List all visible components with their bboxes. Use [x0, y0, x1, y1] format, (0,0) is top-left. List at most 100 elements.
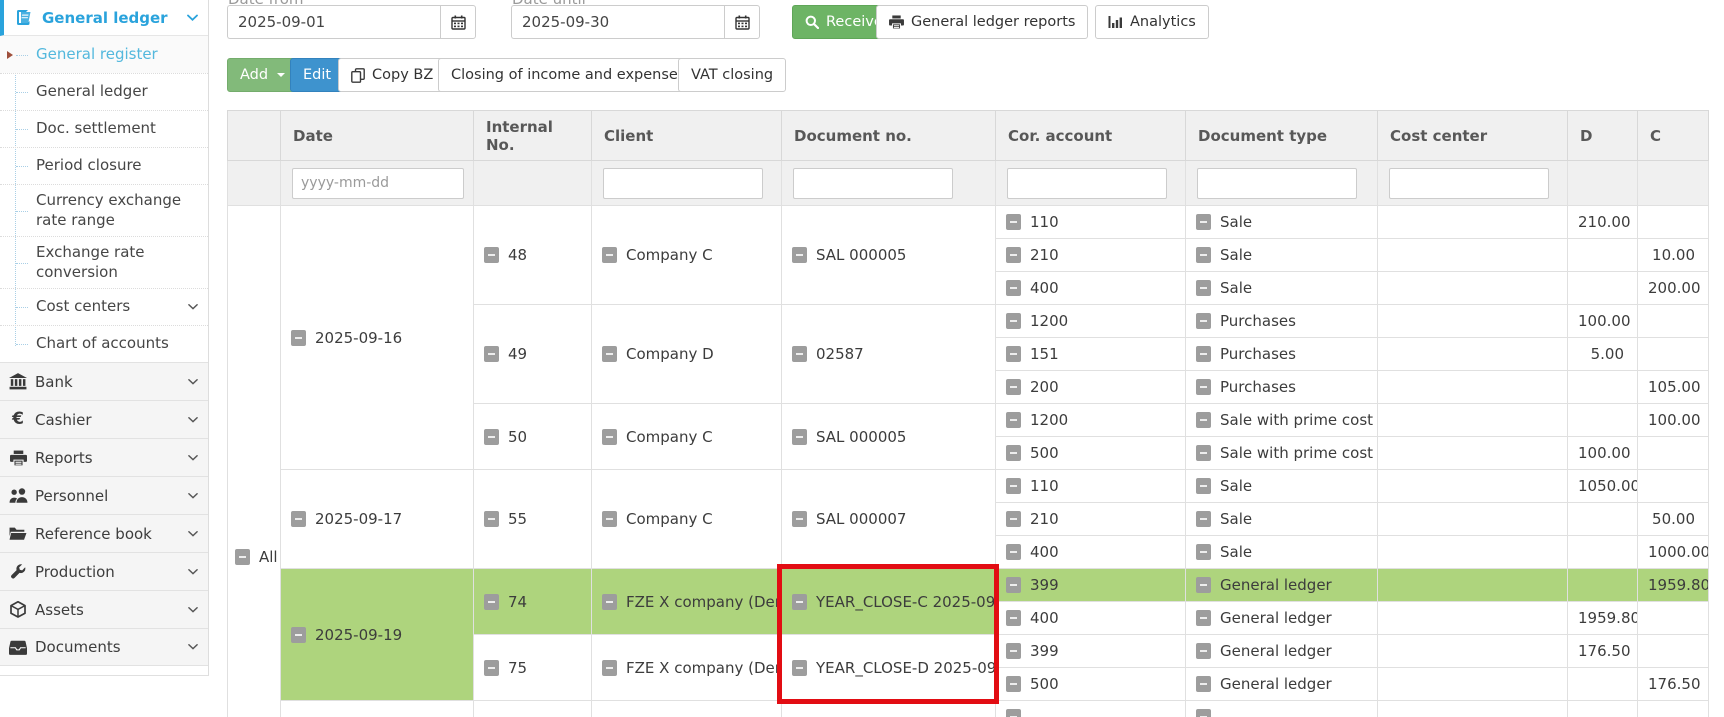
header-client[interactable]: Client: [592, 111, 782, 161]
row-toggle-icon[interactable]: [1196, 214, 1211, 230]
account-cell[interactable]: 210: [996, 239, 1186, 272]
account-cell[interactable]: 400: [996, 602, 1186, 635]
sidebar-section-assets[interactable]: Assets: [0, 590, 208, 628]
row-toggle-icon[interactable]: [792, 660, 807, 676]
row-toggle-icon[interactable]: [602, 247, 617, 263]
row-toggle-icon[interactable]: [235, 549, 250, 565]
sidebar-section-production[interactable]: Production: [0, 552, 208, 590]
debit-cell[interactable]: [1568, 569, 1638, 602]
header-debit[interactable]: D: [1568, 111, 1638, 161]
costcenter-cell[interactable]: [1378, 371, 1568, 404]
row-toggle-icon[interactable]: [1006, 676, 1021, 692]
costcenter-cell[interactable]: [1378, 338, 1568, 371]
date-cell[interactable]: 2025-09-16: [281, 206, 474, 470]
row-toggle-icon[interactable]: [1006, 412, 1021, 428]
client-cell[interactable]: FZE X company (Demo): [592, 635, 782, 701]
add-button[interactable]: Add: [227, 58, 298, 92]
debit-cell[interactable]: 176.50: [1568, 635, 1638, 668]
general-ledger-reports-button[interactable]: General ledger reports: [876, 5, 1088, 39]
doctype-cell[interactable]: Sale with prime cost: [1186, 437, 1378, 470]
sidebar-section-personnel[interactable]: Personnel: [0, 476, 208, 514]
costcenter-cell[interactable]: [1378, 602, 1568, 635]
row-toggle-icon[interactable]: [1006, 577, 1021, 593]
debit-cell[interactable]: [1568, 668, 1638, 701]
row-toggle-icon[interactable]: [792, 247, 807, 263]
row-toggle-icon[interactable]: [792, 594, 807, 610]
doctype-cell[interactable]: Sale: [1186, 536, 1378, 569]
internal-cell[interactable]: 55: [474, 470, 592, 569]
row-toggle-icon[interactable]: [792, 429, 807, 445]
credit-cell[interactable]: 100.00: [1638, 404, 1709, 437]
row-toggle-icon[interactable]: [602, 346, 617, 362]
doctype-cell[interactable]: General ledger: [1186, 602, 1378, 635]
calendar-icon[interactable]: [440, 5, 476, 39]
costcenter-cell[interactable]: [1378, 239, 1568, 272]
costcenter-cell[interactable]: [1378, 569, 1568, 602]
doctype-cell[interactable]: General ledger: [1186, 668, 1378, 701]
docno-cell[interactable]: SAL 000007: [782, 470, 996, 569]
row-toggle-icon[interactable]: [484, 429, 499, 445]
header-internal-no[interactable]: Internal No.: [474, 111, 592, 161]
row-toggle-icon[interactable]: [1006, 346, 1021, 362]
docno-cell[interactable]: 02587: [782, 305, 996, 404]
sidebar-item-currency-exchange-rate-range[interactable]: Currency exchange rate range: [0, 184, 208, 236]
credit-cell[interactable]: 105.00: [1638, 371, 1709, 404]
cor-account-filter-input[interactable]: [1007, 168, 1167, 199]
row-toggle-icon[interactable]: [1196, 445, 1211, 461]
sidebar-item-chart-of-accounts[interactable]: Chart of accounts: [0, 325, 208, 362]
docno-cell[interactable]: SAL 000005: [782, 404, 996, 470]
doctype-cell[interactable]: General ledger: [1186, 635, 1378, 668]
debit-cell[interactable]: [1568, 272, 1638, 305]
row-toggle-icon[interactable]: [1196, 478, 1211, 494]
row-toggle-icon[interactable]: [1196, 346, 1211, 362]
costcenter-cell[interactable]: [1378, 206, 1568, 239]
debit-cell[interactable]: 1050.00: [1568, 470, 1638, 503]
account-cell[interactable]: 400: [996, 272, 1186, 305]
row-toggle-icon[interactable]: [484, 346, 499, 362]
sidebar-section-general-ledger[interactable]: General ledger: [0, 0, 208, 36]
row-toggle-icon[interactable]: [1196, 709, 1211, 717]
header-cor-account[interactable]: Cor. account: [996, 111, 1186, 161]
sidebar-section-reports[interactable]: Reports: [0, 438, 208, 476]
costcenter-cell[interactable]: [1378, 404, 1568, 437]
internal-cell[interactable]: 74: [474, 569, 592, 635]
row-toggle-icon[interactable]: [291, 330, 306, 346]
row-toggle-icon[interactable]: [1006, 313, 1021, 329]
row-toggle-icon[interactable]: [1196, 610, 1211, 626]
header-date[interactable]: Date: [281, 111, 474, 161]
row-toggle-icon[interactable]: [1006, 379, 1021, 395]
row-toggle-icon[interactable]: [1006, 709, 1021, 717]
row-toggle-icon[interactable]: [1196, 313, 1211, 329]
document-type-filter-input[interactable]: [1197, 168, 1357, 199]
client-cell[interactable]: [592, 701, 782, 717]
select-all-cell[interactable]: All: [228, 206, 281, 717]
date-cell[interactable]: 2025-09-17: [281, 470, 474, 569]
account-cell[interactable]: 1200: [996, 305, 1186, 338]
edit-button[interactable]: Edit: [290, 58, 344, 92]
costcenter-cell[interactable]: [1378, 635, 1568, 668]
credit-cell[interactable]: 1000.00: [1638, 536, 1709, 569]
row-toggle-icon[interactable]: [1196, 412, 1211, 428]
header-cost-center[interactable]: Cost center: [1378, 111, 1568, 161]
client-cell[interactable]: FZE X company (Demo): [592, 569, 782, 635]
costcenter-cell[interactable]: [1378, 668, 1568, 701]
credit-cell[interactable]: 10.00: [1638, 239, 1709, 272]
costcenter-cell[interactable]: [1378, 503, 1568, 536]
row-toggle-icon[interactable]: [291, 511, 306, 527]
sidebar-section-reference-book[interactable]: Reference book: [0, 514, 208, 552]
account-cell[interactable]: 400: [996, 536, 1186, 569]
row-toggle-icon[interactable]: [602, 660, 617, 676]
date-cell[interactable]: [281, 701, 474, 717]
date-cell[interactable]: 2025-09-19: [281, 569, 474, 701]
account-cell[interactable]: 210: [996, 503, 1186, 536]
row-toggle-icon[interactable]: [1006, 511, 1021, 527]
sidebar-item-period-closure[interactable]: Period closure: [0, 147, 208, 184]
credit-cell[interactable]: 176.50: [1638, 668, 1709, 701]
row-toggle-icon[interactable]: [602, 429, 617, 445]
row-toggle-icon[interactable]: [602, 594, 617, 610]
row-toggle-icon[interactable]: [291, 627, 306, 643]
row-toggle-icon[interactable]: [484, 594, 499, 610]
calendar-icon[interactable]: [724, 5, 760, 39]
row-toggle-icon[interactable]: [1006, 280, 1021, 296]
credit-cell[interactable]: [1638, 470, 1709, 503]
